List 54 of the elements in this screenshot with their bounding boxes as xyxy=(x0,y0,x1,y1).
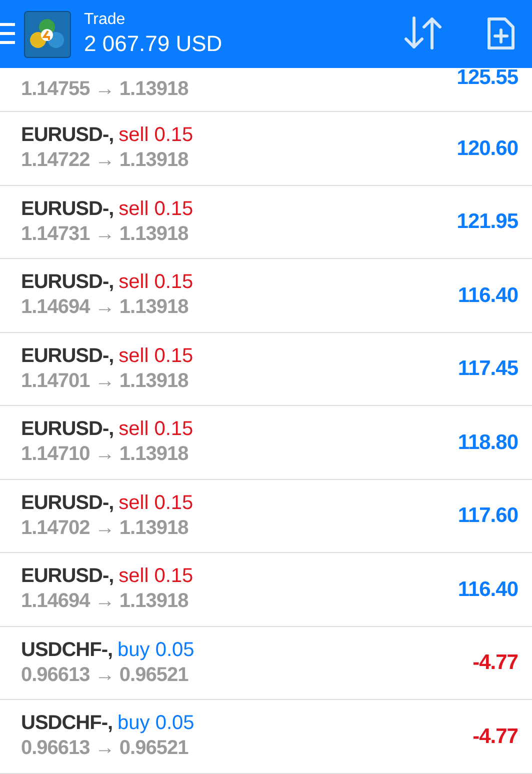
position-row[interactable]: EURUSD-, sell 0.15 1.14722 → 1.13918 120.60 xyxy=(0,112,532,186)
symbol-label: EURUSD-, xyxy=(21,564,114,590)
order-type: buy 0.05 xyxy=(118,711,194,736)
price-change: 1.14755 → 1.13918 xyxy=(21,77,188,102)
price-change: 0.96613 → 0.96521 xyxy=(21,662,190,688)
price-change: 1.14694 → 1.13918 xyxy=(21,589,190,614)
position-row[interactable]: USDCHF-, buy 0.05 0.96613 → 0.96521 -4.77 xyxy=(0,626,532,700)
position-row[interactable]: EURUSD-, sell 0.15 1.14694 → 1.13918 116.40 xyxy=(0,553,532,626)
symbol-label: EURUSD-, xyxy=(21,417,114,442)
order-type: sell 0.15 xyxy=(118,417,194,442)
screen-title: Trade xyxy=(84,10,126,30)
profit-value: 118.80 xyxy=(458,430,518,456)
profit-value: 116.40 xyxy=(458,576,518,602)
order-type: sell 0.15 xyxy=(118,270,194,296)
symbol-label: EURUSD-, xyxy=(21,270,114,296)
symbol-label: EURUSD-, xyxy=(21,123,114,148)
order-type: sell 0.15 xyxy=(118,123,194,148)
position-row[interactable]: EURUSD-, sell 0.15 1.14710 → 1.13918 118.80 xyxy=(0,406,532,480)
position-row[interactable]: USDCHF-, buy 0.05 0.96613 → 0.96521 -4.77 xyxy=(0,700,532,774)
new-order-icon[interactable] xyxy=(486,16,516,51)
symbol-label: EURUSD-, xyxy=(21,490,114,516)
profit-value: -4.77 xyxy=(472,724,518,750)
profit-value: -4.77 xyxy=(472,650,518,676)
position-row[interactable]: 1.14755 → 1.13918 125.55 xyxy=(0,68,532,112)
profit-value: 117.60 xyxy=(458,503,518,529)
order-type: sell 0.15 xyxy=(118,344,194,369)
profit-value: 125.55 xyxy=(456,65,518,91)
symbol-label: EURUSD-, xyxy=(21,344,114,369)
order-type: sell 0.15 xyxy=(118,564,194,590)
app-logo-icon xyxy=(24,10,71,58)
position-row[interactable]: EURUSD-, sell 0.15 1.14702 → 1.13918 117.60 xyxy=(0,480,532,553)
price-change: 1.14731 → 1.13918 xyxy=(21,222,190,247)
symbol-label: USDCHF-, xyxy=(21,638,113,663)
price-change: 0.96613 → 0.96521 xyxy=(21,736,190,762)
price-change: 1.14722 → 1.13918 xyxy=(21,148,190,174)
sort-icon[interactable] xyxy=(404,16,442,50)
profit-value: 117.45 xyxy=(458,356,518,382)
symbol-label: EURUSD-, xyxy=(21,196,114,222)
position-row[interactable]: EURUSD-, sell 0.15 1.14701 → 1.13918 117.45 xyxy=(0,332,532,406)
position-row[interactable]: EURUSD-, sell 0.15 1.14731 → 1.13918 121.95 xyxy=(0,186,532,259)
order-type: sell 0.15 xyxy=(118,196,194,222)
price-change: 1.14702 → 1.13918 xyxy=(21,516,190,541)
profit-value: 121.95 xyxy=(456,209,518,235)
symbol-label: USDCHF-, xyxy=(21,711,113,736)
position-row[interactable]: EURUSD-, sell 0.15 1.14694 → 1.13918 116.40 xyxy=(0,259,532,332)
price-change: 1.14694 → 1.13918 xyxy=(21,295,190,320)
price-change: 1.14701 → 1.13918 xyxy=(21,368,190,394)
profit-value: 120.60 xyxy=(456,136,518,162)
profit-value: 116.40 xyxy=(458,282,518,308)
account-balance: 2 067.79 USD xyxy=(84,30,222,58)
menu-icon[interactable] xyxy=(0,23,15,45)
order-type: buy 0.05 xyxy=(118,638,194,663)
order-type: sell 0.15 xyxy=(118,490,194,516)
price-change: 1.14710 → 1.13918 xyxy=(21,442,190,468)
